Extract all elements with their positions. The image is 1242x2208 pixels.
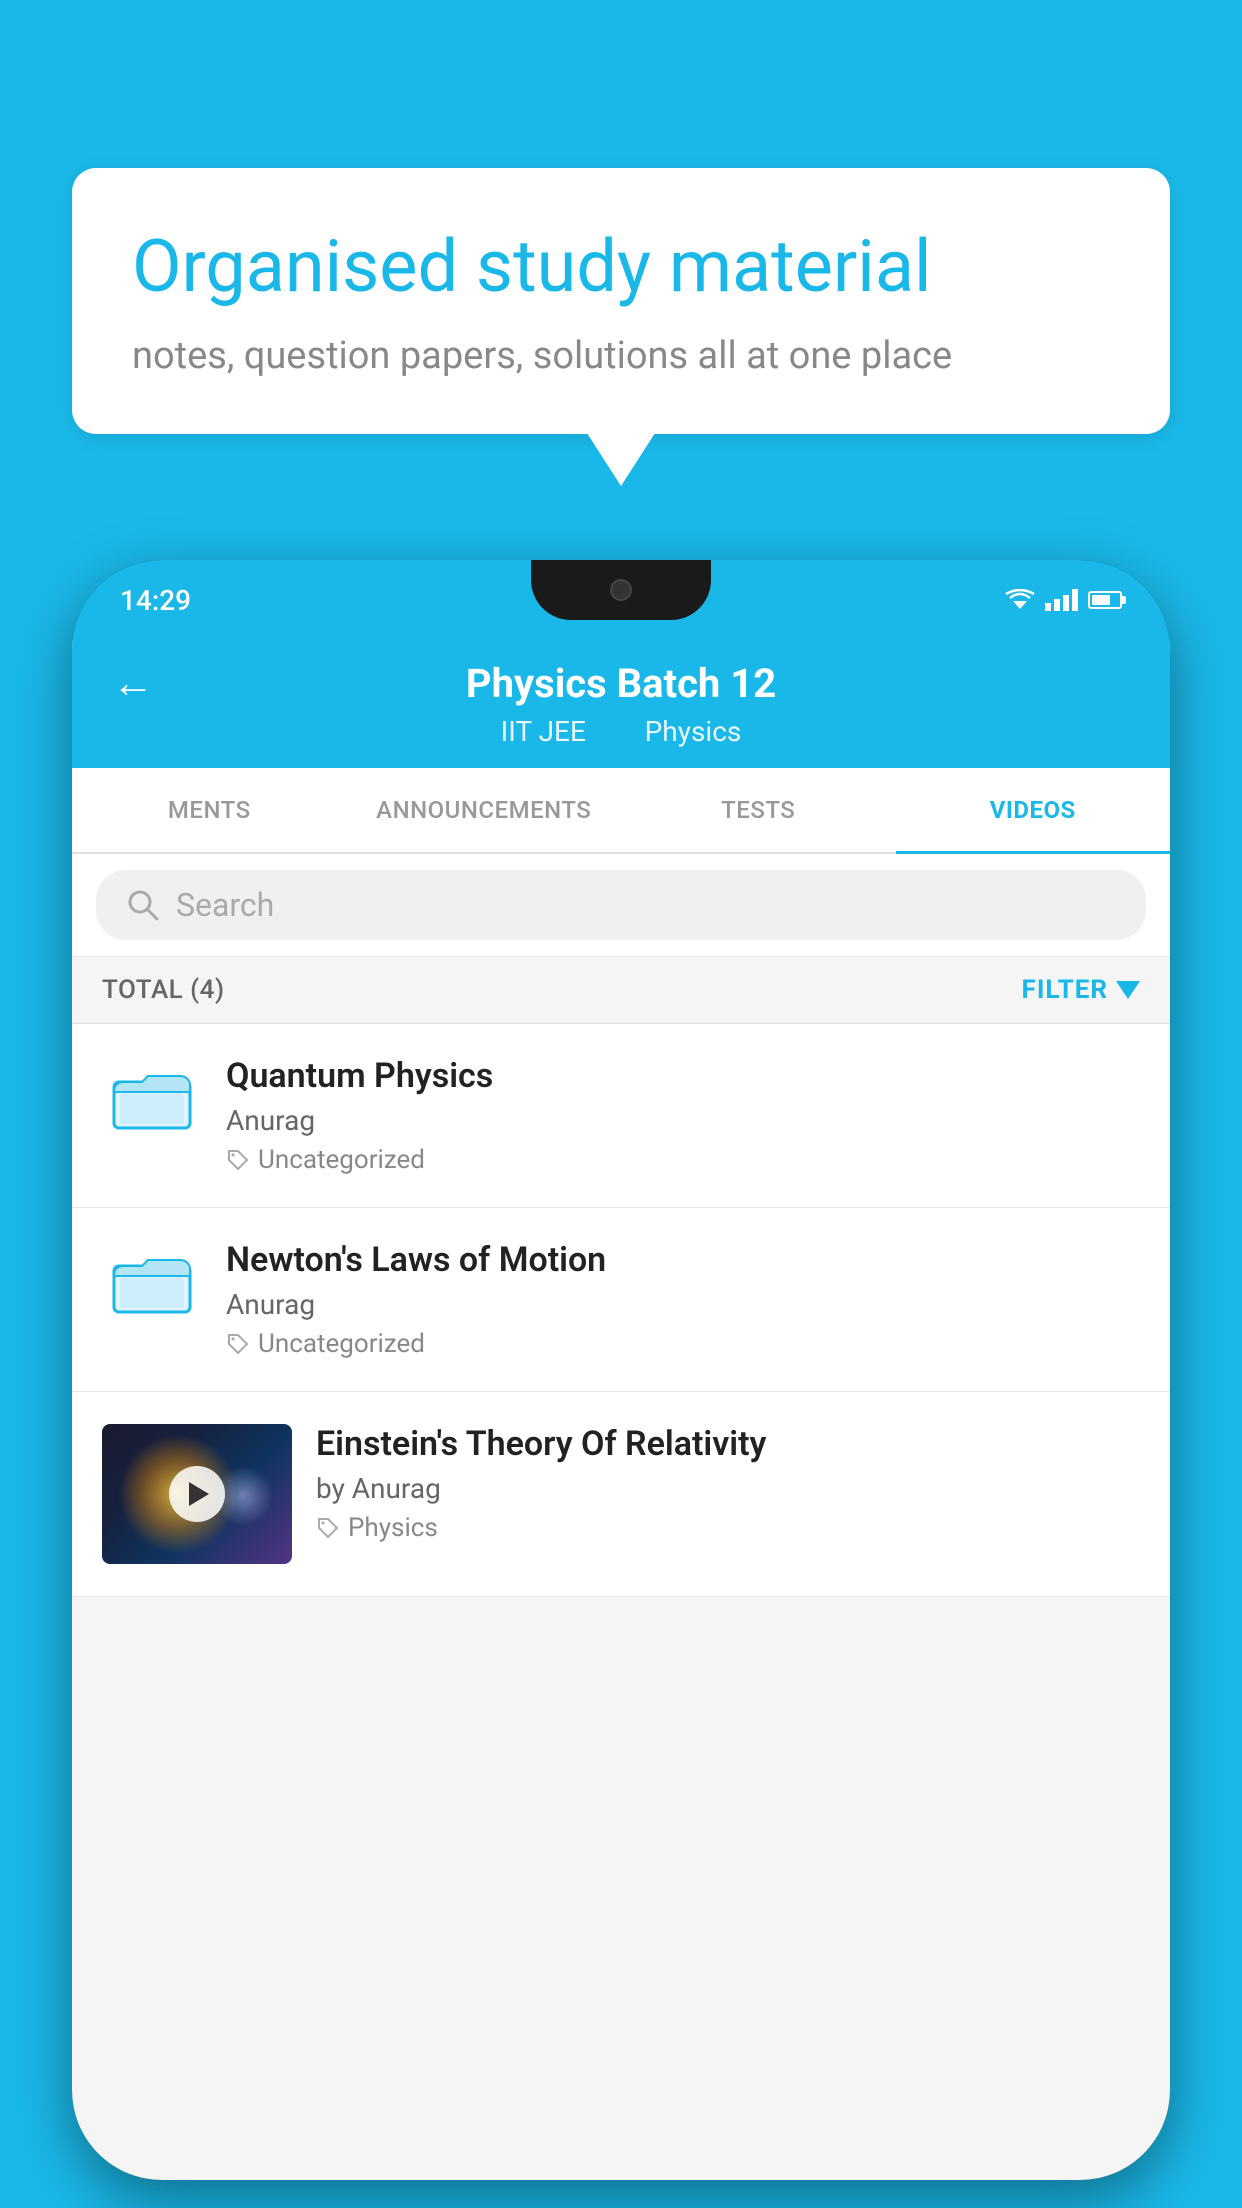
app-header: ← Physics Batch 12 IIT JEE Physics [72, 640, 1170, 768]
speech-bubble-title: Organised study material [132, 224, 1110, 310]
video-list: Quantum Physics Anurag Uncategorized [72, 1024, 1170, 1597]
video-tag: Uncategorized [226, 1145, 1140, 1175]
video-title: Quantum Physics [226, 1056, 1140, 1096]
wifi-icon [1005, 589, 1035, 611]
filter-row: TOTAL (4) FILTER [72, 957, 1170, 1024]
subtitle-part2: Physics [645, 715, 742, 748]
status-icons [1005, 589, 1122, 611]
speech-bubble: Organised study material notes, question… [72, 168, 1170, 434]
play-icon [189, 1482, 209, 1506]
back-button[interactable]: ← [112, 659, 154, 708]
video-tag: Uncategorized [226, 1329, 1140, 1359]
video-tag: Physics [316, 1513, 1140, 1543]
video-author: by Anurag [316, 1472, 1140, 1505]
filter-icon [1116, 981, 1140, 999]
search-icon [126, 888, 160, 922]
video-title: Newton's Laws of Motion [226, 1240, 1140, 1280]
signal-icon [1045, 589, 1078, 611]
video-item-info: Einstein's Theory Of Relativity by Anura… [316, 1424, 1140, 1543]
speech-bubble-subtitle: notes, question papers, solutions all at… [132, 334, 1110, 378]
list-item[interactable]: Einstein's Theory Of Relativity by Anura… [72, 1392, 1170, 1597]
video-item-info: Newton's Laws of Motion Anurag Uncategor… [226, 1240, 1140, 1359]
battery-icon [1088, 591, 1122, 609]
status-time: 14:29 [120, 584, 191, 617]
subtitle-part1: IIT JEE [501, 715, 586, 748]
play-button[interactable] [169, 1466, 225, 1522]
tab-videos[interactable]: VIDEOS [896, 768, 1171, 852]
list-item[interactable]: Quantum Physics Anurag Uncategorized [72, 1024, 1170, 1208]
video-author: Anurag [226, 1104, 1140, 1137]
search-placeholder: Search [176, 886, 274, 924]
tag-icon [226, 1332, 250, 1356]
folder-icon [112, 1248, 192, 1316]
video-author: Anurag [226, 1288, 1140, 1321]
phone-notch [531, 560, 711, 620]
camera [610, 579, 632, 601]
folder-thumbnail [102, 1240, 202, 1316]
video-title: Einstein's Theory Of Relativity [316, 1424, 1140, 1464]
list-item[interactable]: Newton's Laws of Motion Anurag Uncategor… [72, 1208, 1170, 1392]
tab-bar: MENTS ANNOUNCEMENTS TESTS VIDEOS [72, 768, 1170, 854]
tag-icon [316, 1516, 340, 1540]
phone-frame: 14:29 [72, 560, 1170, 2180]
tab-ments[interactable]: MENTS [72, 768, 347, 852]
folder-thumbnail [102, 1056, 202, 1132]
search-bar-container: Search [72, 854, 1170, 957]
header-subtitle: IIT JEE Physics [489, 715, 754, 748]
phone-container: 14:29 [72, 560, 1170, 2208]
folder-icon [112, 1064, 192, 1132]
video-thumbnail [102, 1424, 292, 1564]
filter-button[interactable]: FILTER [1022, 975, 1140, 1005]
page-title: Physics Batch 12 [466, 660, 776, 707]
total-count: TOTAL (4) [102, 975, 225, 1005]
tag-icon [226, 1148, 250, 1172]
search-bar[interactable]: Search [96, 870, 1146, 940]
phone-screen: ← Physics Batch 12 IIT JEE Physics MENTS… [72, 640, 1170, 2180]
tab-announcements[interactable]: ANNOUNCEMENTS [347, 768, 622, 852]
tab-tests[interactable]: TESTS [621, 768, 896, 852]
video-item-info: Quantum Physics Anurag Uncategorized [226, 1056, 1140, 1175]
